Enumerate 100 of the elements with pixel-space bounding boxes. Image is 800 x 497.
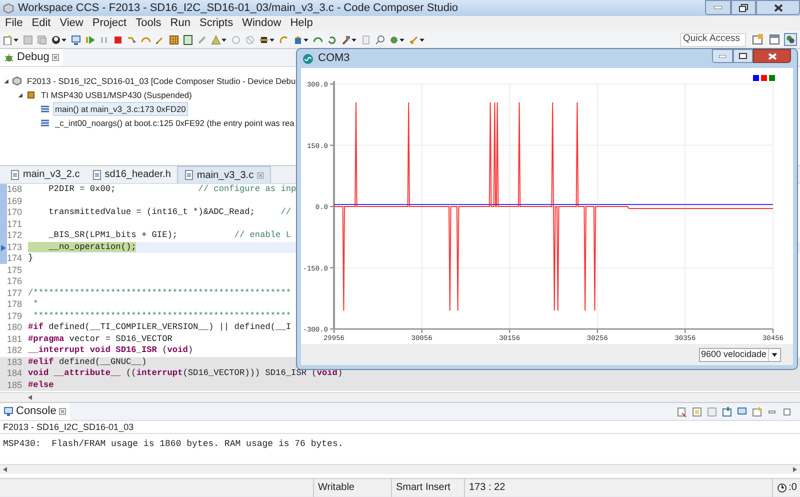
- x-tick-mark: [421, 328, 422, 334]
- minimize-button[interactable]: [712, 49, 733, 63]
- perspective-icon[interactable]: [752, 34, 763, 45]
- close-icon[interactable]: [52, 54, 60, 61]
- debug-perspective-icon[interactable]: [784, 33, 797, 46]
- line-number: 173: [7, 242, 24, 253]
- scroll-left-arrow-icon[interactable]: [28, 395, 32, 400]
- baud-rate-dropdown[interactable]: 9600 velocidade: [699, 348, 781, 362]
- scroll-right-arrow-icon[interactable]: [793, 467, 797, 472]
- expanded-arrow-icon[interactable]: [3, 78, 9, 84]
- maximize-icon: [739, 53, 747, 59]
- close-icon[interactable]: [256, 172, 264, 178]
- y-tick-mark: [330, 144, 334, 146]
- tree-item[interactable]: _c_int00_noargs() at boot.c:125 0xFE92 (the entry point was rea: [53, 116, 296, 130]
- clear-console-icon[interactable]: [677, 406, 687, 416]
- restore-button[interactable]: [731, 0, 756, 15]
- magnifier-icon[interactable]: [375, 34, 385, 44]
- code-line: #elif defined(__GNUC__): [28, 356, 147, 366]
- scroll-lock-icon[interactable]: [692, 406, 702, 416]
- caret-icon[interactable]: [61, 36, 67, 42]
- board-icon[interactable]: [183, 34, 193, 44]
- caret-icon[interactable]: [13, 36, 19, 42]
- caret-icon[interactable]: [419, 36, 425, 42]
- play-icon[interactable]: [85, 34, 95, 44]
- quick-access-field[interactable]: Quick Access: [680, 32, 746, 46]
- scroll-left-arrow-icon[interactable]: [3, 467, 7, 472]
- tree-item[interactable]: main() at main_v3_3.c:173 0xFD20: [53, 102, 188, 116]
- step-return-icon[interactable]: [155, 34, 165, 44]
- step-over-icon[interactable]: [141, 34, 151, 44]
- console-tab[interactable]: Console: [0, 403, 70, 420]
- debug-tab[interactable]: Debug: [0, 49, 64, 66]
- minimize-button[interactable]: [705, 0, 731, 15]
- menu-item[interactable]: Tools: [136, 15, 162, 32]
- app-cube-icon: [3, 2, 14, 14]
- step-over-icon[interactable]: [313, 34, 323, 44]
- menu-item[interactable]: Window: [242, 15, 282, 32]
- new-console-icon[interactable]: [752, 406, 762, 416]
- code-line: #if defined(__TI_COMPILER_VERSION__) || defined(__I: [28, 322, 292, 332]
- clipboard-icon[interactable]: [361, 34, 371, 44]
- menu-item[interactable]: Run: [170, 15, 190, 32]
- maximize-button[interactable]: [733, 49, 753, 63]
- gear-icon[interactable]: [389, 34, 399, 44]
- editor-tab[interactable]: sd16_header.h: [86, 166, 177, 183]
- perspective-icon[interactable]: [769, 34, 780, 45]
- menu-item[interactable]: Project: [92, 15, 127, 32]
- line-number: 177: [7, 288, 24, 299]
- y-tick-mark: [330, 267, 334, 268]
- x-tick-mark: [509, 328, 510, 334]
- line-number: 181: [7, 334, 24, 345]
- refresh-icon[interactable]: [327, 34, 337, 44]
- line-number: 168: [7, 184, 24, 196]
- grid-icon[interactable]: [169, 34, 179, 44]
- editor-tab[interactable]: main_v3_2.c: [4, 166, 86, 183]
- caret-icon[interactable]: [303, 36, 309, 42]
- new-file-icon[interactable]: [3, 34, 13, 44]
- box-icon[interactable]: [293, 34, 303, 44]
- status-text: 173 : 22: [469, 481, 506, 495]
- window-title: Workspace CCS - F2013 - SD16_I2C_SD16-01_03/main_v3_3.c - Code Composer Studio: [18, 0, 458, 16]
- expanded-arrow-icon[interactable]: [17, 92, 23, 98]
- horizontal-scrollbar[interactable]: [0, 464, 800, 474]
- code-comment: /**************************************************: [28, 288, 292, 298]
- close-icon[interactable]: [59, 408, 66, 415]
- pin-icon[interactable]: [722, 406, 732, 416]
- menu-item[interactable]: Scripts: [199, 15, 234, 32]
- tree-item[interactable]: F2013 - SD16_I2C_SD16-01_03 [Code Composer Studio - Device Debu: [25, 74, 298, 88]
- y-tick-mark: [330, 206, 334, 207]
- caret-icon[interactable]: [351, 36, 357, 42]
- code-line: transmittedValue = (int16_t *)&ADC_Read; //: [48, 207, 292, 217]
- menu-item[interactable]: View: [60, 15, 84, 32]
- menu-item[interactable]: Edit: [32, 15, 51, 32]
- code-line: }: [28, 253, 34, 263]
- maximize-icon[interactable]: [782, 406, 792, 416]
- c-file-icon: [184, 170, 194, 180]
- menu-item[interactable]: File: [5, 15, 23, 32]
- tree-item[interactable]: TI MSP430 USB1/MSP430 (Suspended): [39, 88, 194, 102]
- clock-icon: [776, 482, 787, 492]
- line-number: 179: [7, 310, 24, 322]
- caret-icon[interactable]: [221, 36, 227, 42]
- menu-item[interactable]: Help: [290, 15, 313, 32]
- step-icon[interactable]: [279, 34, 289, 44]
- editor-tab[interactable]: main_v3_3.c: [176, 166, 271, 183]
- line-number: 178: [7, 299, 24, 310]
- step-into-icon[interactable]: [127, 34, 137, 44]
- hammer-icon[interactable]: [341, 34, 351, 44]
- minimize-icon: [714, 6, 722, 9]
- monitor-icon[interactable]: [737, 406, 747, 416]
- caret-icon[interactable]: [269, 36, 275, 42]
- x-tick-mark: [684, 328, 686, 334]
- horizontal-scrollbar[interactable]: [0, 392, 800, 402]
- close-button[interactable]: [756, 0, 800, 15]
- line-number: 172: [7, 230, 24, 242]
- stop-icon[interactable]: [113, 34, 123, 44]
- monitor-icon[interactable]: [71, 34, 81, 44]
- line-number: 170: [7, 207, 24, 218]
- caret-icon[interactable]: [399, 36, 405, 42]
- chip-icon[interactable]: [259, 34, 269, 44]
- code-line: _BIS_SR(LPM1_bits + GIE); // enable L: [48, 230, 292, 240]
- line-number: 175: [7, 264, 24, 276]
- close-button[interactable]: [753, 49, 791, 63]
- close-icon: [768, 52, 776, 60]
